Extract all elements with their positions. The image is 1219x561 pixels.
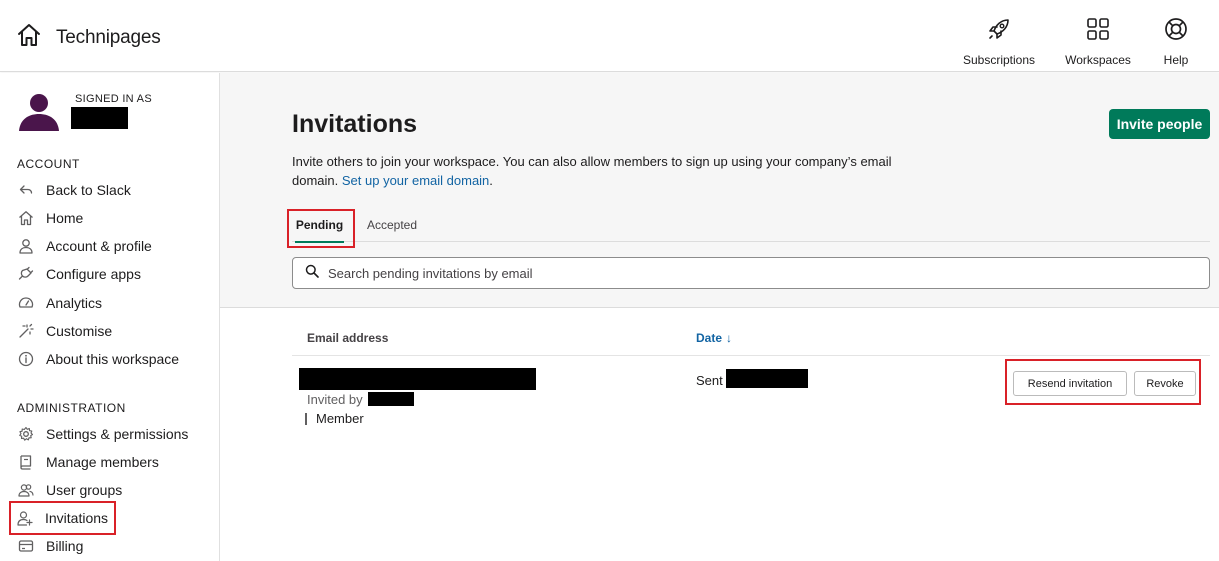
role-bar [305, 412, 307, 425]
redacted-username [71, 107, 128, 129]
add-person-icon [16, 509, 34, 527]
revoke-button[interactable]: Revoke [1134, 371, 1196, 396]
workspace-brand[interactable]: Technipages [16, 22, 161, 53]
invite-people-button[interactable]: Invite people [1109, 109, 1210, 139]
sidebar-item-home[interactable]: Home [12, 205, 212, 231]
sidebar-item-back-to-slack[interactable]: Back to Slack [12, 177, 212, 203]
plug-icon [17, 265, 35, 283]
resend-invitation-button[interactable]: Resend invitation [1013, 371, 1127, 396]
gauge-icon [17, 294, 35, 312]
role-label: Member [316, 411, 364, 426]
nav-workspaces-label: Workspaces [1065, 53, 1131, 67]
back-arrow-icon [17, 181, 35, 199]
top-bar: Technipages Subscriptions Workspaces Hel… [0, 0, 1219, 72]
person-icon [17, 237, 35, 255]
set-up-email-domain-link[interactable]: Set up your email domain [342, 173, 489, 188]
nav-help[interactable]: Help [1158, 0, 1194, 72]
description-end: . [489, 173, 493, 188]
invitation-tabs: Pending Accepted [292, 210, 1210, 243]
sidebar-item-settings-permissions[interactable]: Settings & permissions [12, 421, 212, 447]
redacted-email [299, 368, 536, 390]
sidebar-item-label: Settings & permissions [46, 426, 189, 442]
sidebar-item-label: Home [46, 210, 84, 226]
sidebar-item-label: Back to Slack [46, 182, 131, 198]
sidebar-item-label: Account & profile [46, 238, 152, 254]
sidebar-item-user-groups[interactable]: User groups [12, 477, 212, 503]
rocket-icon [986, 16, 1012, 47]
nav-help-label: Help [1163, 53, 1189, 67]
book-icon [17, 453, 35, 471]
sidebar-item-label: User groups [46, 482, 123, 498]
column-header-email: Email address [307, 331, 389, 345]
page-description: Invite others to join your workspace. Yo… [292, 152, 932, 190]
table-divider [292, 355, 1210, 356]
tab-accepted[interactable]: Accepted [367, 210, 417, 242]
search-icon [293, 264, 328, 283]
magic-wand-icon [17, 322, 35, 340]
home-icon [17, 209, 35, 227]
account-heading: ACCOUNT [17, 157, 80, 171]
sidebar-item-manage-members[interactable]: Manage members [12, 449, 212, 475]
gear-icon [17, 425, 35, 443]
sidebar-item-configure-apps[interactable]: Configure apps [12, 261, 212, 287]
nav-subscriptions[interactable]: Subscriptions [963, 0, 1035, 72]
sidebar-item-account-profile[interactable]: Account & profile [12, 233, 212, 259]
sidebar-item-label: Billing [46, 538, 84, 554]
sidebar-item-label: About this workspace [46, 351, 180, 367]
sidebar: SIGNED IN AS ACCOUNT Back to Slack Home … [0, 73, 220, 561]
active-tab-indicator [295, 241, 344, 243]
invited-by-label: Invited by [307, 392, 363, 407]
column-header-date-label: Date [696, 331, 723, 345]
users-icon [17, 481, 35, 499]
signed-in-label: SIGNED IN AS [75, 93, 152, 105]
nav-subscriptions-label: Subscriptions [962, 53, 1036, 67]
sidebar-item-analytics[interactable]: Analytics [12, 290, 212, 316]
credit-card-icon [17, 537, 35, 555]
sort-down-arrow-icon: ↓ [726, 331, 733, 345]
sidebar-item-label: Manage members [46, 454, 159, 470]
column-header-date[interactable]: Date ↓ [696, 331, 732, 345]
tab-accepted-label: Accepted [367, 218, 418, 232]
search-input[interactable] [328, 265, 1188, 281]
info-icon [17, 350, 35, 368]
sidebar-item-label: Configure apps [46, 266, 141, 282]
role-tag: Member [305, 411, 364, 426]
sidebar-item-label: Customise [46, 323, 113, 339]
lifebuoy-icon [1163, 16, 1189, 47]
home-icon [16, 22, 42, 53]
tab-pending[interactable]: Pending [292, 210, 347, 243]
tab-pending-label: Pending [295, 218, 344, 232]
sidebar-item-invitations[interactable]: Invitations [9, 501, 116, 535]
sidebar-item-billing[interactable]: Billing [12, 533, 212, 559]
nav-workspaces[interactable]: Workspaces [1064, 0, 1132, 72]
redacted-sent-date [726, 369, 808, 388]
sent-label: Sent [696, 373, 723, 388]
page-title: Invitations [292, 110, 418, 138]
administration-heading: ADMINISTRATION [17, 401, 126, 415]
redacted-inviter [368, 392, 414, 406]
workspace-name: Technipages [56, 26, 161, 48]
grid-icon [1085, 16, 1111, 47]
sidebar-item-customise[interactable]: Customise [12, 318, 212, 344]
sidebar-item-about-workspace[interactable]: About this workspace [12, 346, 212, 372]
sidebar-item-label: Analytics [46, 295, 103, 311]
avatar [18, 93, 60, 131]
sidebar-item-label: Invitations [45, 510, 109, 526]
search-bar[interactable] [292, 257, 1210, 289]
